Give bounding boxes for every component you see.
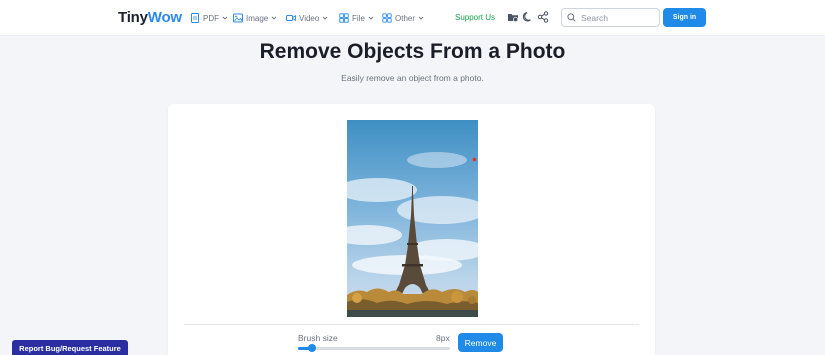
controls-divider [184,324,639,325]
file-icon [339,13,349,23]
brush-size-value: 8px [436,333,450,343]
chevron-down-icon [271,16,277,20]
logo-text-wow: Wow [147,9,182,26]
chevron-down-icon [368,16,374,20]
search-input[interactable] [581,12,651,23]
report-bug-button[interactable]: Report Bug/Request Feature [12,340,128,355]
sign-in-button[interactable]: Sign in [663,8,706,27]
brush-cursor-dot [472,157,477,162]
remove-button[interactable]: Remove [458,333,503,352]
nav-item-file[interactable]: File [339,12,374,24]
pdf-icon [191,13,199,23]
support-us-link[interactable]: Support Us [455,13,495,22]
eiffel-tower-photo [347,120,478,317]
chevron-down-icon [418,16,424,20]
moon-icon[interactable] [522,11,534,23]
page-subtitle: Easily remove an object from a photo. [341,73,484,83]
top-header: TinyWow PDF Image Video File Other Suppo… [0,0,825,36]
chevron-down-icon [323,16,328,20]
page-title: Remove Objects From a Photo [259,40,566,63]
nav-label-file: File [352,13,365,23]
nav-label-other: Other [395,13,416,23]
nav-label-video: Video [299,13,320,23]
nav-item-pdf[interactable]: PDF [190,12,228,24]
chevron-down-icon [222,16,228,20]
uploaded-photo-canvas[interactable] [347,120,478,317]
logo-text-tiny: Tiny [118,9,148,26]
grid-icon [382,13,392,23]
nav-item-image[interactable]: Image [233,12,277,24]
nav-label-pdf: PDF [203,13,219,23]
video-icon [286,15,296,21]
brush-size-label: Brush size [298,333,338,343]
nav-item-other[interactable]: Other [382,12,424,24]
share-icon[interactable] [537,11,549,23]
search-box[interactable] [561,8,660,27]
slider-thumb[interactable] [307,344,316,352]
nav-item-video[interactable]: Video [286,12,328,24]
image-icon [233,13,243,23]
tinywow-logo[interactable]: TinyWow [118,9,182,26]
folder-icon[interactable] [507,11,519,23]
search-icon [567,13,576,22]
brush-size-slider[interactable] [298,347,450,350]
nav-label-image: Image [246,13,269,23]
